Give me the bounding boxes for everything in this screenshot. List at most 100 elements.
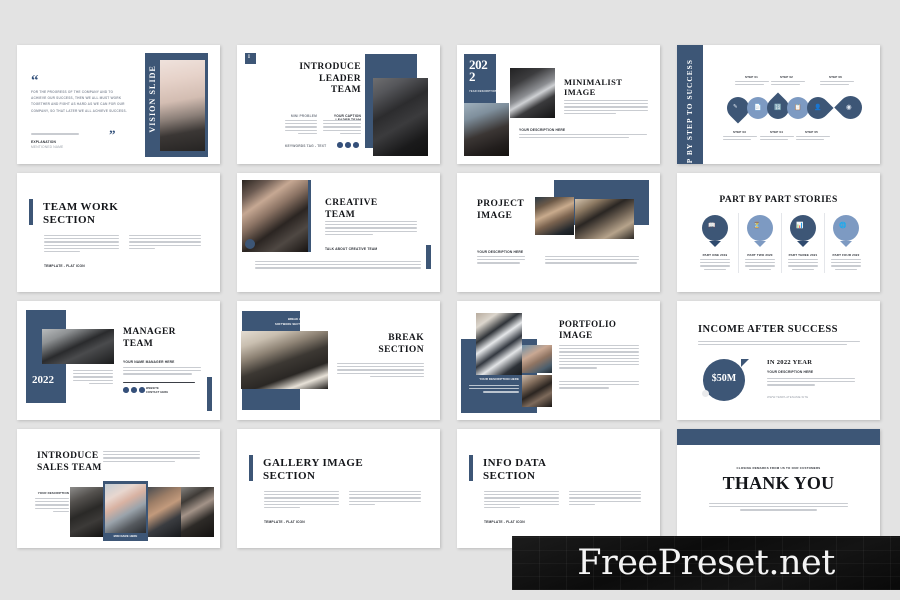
creative-footer-text [255, 261, 421, 271]
portfolio-panel-text [469, 385, 519, 395]
portfolio-photo-2 [522, 345, 552, 373]
manager-title: MANAGER TEAM [123, 327, 176, 349]
slide-creative-team[interactable]: CREATIVE TEAM Talk about creative team [237, 173, 440, 292]
slide-minimalist-image[interactable]: 2022 Year description MINIMALIST IMAGE Y… [457, 45, 660, 164]
slide-deck-preview: VISION SLIDE “ FOR THE PROGRESS OF THE C… [0, 0, 900, 600]
step-text-2 [771, 81, 805, 87]
quote-close-icon: ” [109, 127, 116, 142]
step-title: STEP BY STEP TO SUCCESS [685, 59, 694, 164]
portfolio-photo-3 [522, 375, 552, 407]
slide-introduce-leader-team[interactable]: I INTRODUCE LEADER TEAM Mini problem You… [237, 45, 440, 164]
gallery-accent-bar [249, 455, 253, 481]
portfolio-body-1 [559, 345, 639, 371]
income-title: INCOME AFTER SUCCESS [698, 324, 838, 335]
instagram-icon [138, 387, 145, 393]
part-text-2 [745, 259, 775, 272]
part-label-4: Part four 2022 [832, 253, 860, 257]
teamwork-footer-label: Template - Flat icon [44, 264, 85, 268]
part-divider-2 [781, 213, 782, 273]
part-label-2: Part two 2020 [747, 253, 773, 257]
part-text-4 [831, 259, 861, 272]
leader-logo-badge [245, 53, 256, 64]
project-desc-text [477, 256, 525, 266]
slide-manager-team[interactable]: 2022 MANAGER TEAM Your name manager here… [17, 301, 220, 420]
teamwork-col2 [129, 235, 201, 251]
part-title: PART BY PART STORIES [719, 195, 838, 205]
leader-col2-text [323, 120, 361, 136]
minimalist-photo-left [464, 103, 509, 156]
vision-caption-sub: Mentioned name [31, 145, 64, 149]
slide-info-data-section[interactable]: INFO DATA SECTION Template - Flat icon [457, 429, 660, 548]
slide-gallery-image-section[interactable]: GALLERY IMAGE SECTION Template - Flat ic… [237, 429, 440, 548]
project-body-text [545, 256, 639, 266]
gallery-footer-label: Template - Flat icon [264, 520, 305, 524]
slide-introduce-sales-team[interactable]: INTRODUCE SALES TEAM Your description Mi… [17, 429, 220, 548]
gallery-col2 [349, 491, 421, 507]
portfolio-body-2 [559, 381, 639, 391]
pen-icon: ✎ [733, 104, 738, 110]
step-text-6 [796, 136, 830, 142]
slide-break-section[interactable]: Break and software section BREAK SECTION [237, 301, 440, 420]
sales-card-label: Mini name here [113, 535, 138, 538]
part-pointer-1 [709, 241, 721, 247]
manager-photo [42, 329, 114, 364]
income-bubble-tail [741, 359, 749, 367]
income-sub-title: IN 2022 YEAR [767, 359, 813, 366]
manager-side-bar [207, 377, 212, 411]
slide-thank-you[interactable]: CLOSING REMARKS FROM US TO OUR CUSTOMERS… [677, 429, 880, 548]
book-icon: 📖 [708, 223, 716, 229]
slide-income-after-success[interactable]: INCOME AFTER SUCCESS $50M IN 2022 YEAR Y… [677, 301, 880, 420]
leader-title: INTRODUCE LEADER TEAM [299, 62, 361, 96]
logo-mark-icon: I [248, 55, 250, 60]
instagram-icon [352, 142, 359, 148]
step-text-4 [723, 136, 757, 142]
vision-quote: FOR THE PROGRESS OF THE COMPANY AND TO A… [31, 90, 127, 113]
step-text-1 [735, 81, 769, 87]
slide-grid: VISION SLIDE “ FOR THE PROGRESS OF THE C… [17, 45, 883, 555]
leader-social-icons[interactable] [337, 142, 359, 148]
step-label-2: Step 02 [780, 75, 794, 79]
income-body-text [767, 378, 855, 388]
vision-title: VISION SLIDE [148, 65, 157, 133]
slide-step-by-step[interactable]: STEP BY STEP TO SUCCESS Step 01 Step 02 … [677, 45, 880, 164]
slide-portfolio-image[interactable]: Your description here PORTFOLIO IMAGE [457, 301, 660, 420]
slide-project-image[interactable]: PROJECT IMAGE Your description here [457, 173, 660, 292]
minimalist-year: 2022 [469, 57, 488, 85]
vision-caption-label: Explanation [31, 140, 57, 144]
calculator-icon: 🔢 [774, 105, 782, 111]
target-icon: ◉ [846, 104, 852, 111]
part-pointer-4 [840, 241, 852, 247]
income-desc-label: Your description here [767, 370, 814, 374]
manager-social-icons[interactable] [123, 387, 145, 393]
slide-team-work-section[interactable]: TEAM WORK SECTION Template - Flat icon [17, 173, 220, 292]
step-label-3: Step 06 [829, 75, 843, 79]
info-col2 [569, 491, 641, 507]
thankyou-title: THANK YOU [722, 473, 835, 493]
part-label-1: Part one 2019 [702, 253, 728, 257]
step-text-5 [760, 136, 794, 142]
thankyou-eyebrow: CLOSING REMARKS FROM US TO OUR CUSTOMERS [736, 466, 821, 470]
slide-part-by-part-stories[interactable]: PART BY PART STORIES 📖 ⏳ 📊 🌐 Part one 20… [677, 173, 880, 292]
facebook-icon [123, 387, 129, 393]
step-label-6: Step 05 [805, 130, 819, 134]
creative-body-text [325, 221, 417, 237]
part-divider-1 [738, 213, 739, 273]
project-photo-1 [535, 197, 574, 235]
manager-contact-label: Website contact here [146, 387, 169, 395]
facebook-icon [337, 142, 343, 148]
creative-title: CREATIVE TEAM [325, 198, 378, 220]
manager-body-text [123, 367, 201, 377]
part-pointer-3 [797, 241, 809, 247]
twitter-icon [344, 142, 351, 148]
minimalist-year-sub: Year description [469, 90, 498, 93]
portfolio-photo-main [476, 313, 522, 375]
info-col1 [484, 491, 559, 510]
leader-photo [373, 78, 428, 156]
slide-vision-slide[interactable]: VISION SLIDE “ FOR THE PROGRESS OF THE C… [17, 45, 220, 164]
step-label-5: Step 04 [770, 130, 784, 134]
thankyou-top-band [677, 429, 880, 445]
user-icon: 👤 [814, 105, 822, 111]
sales-photo-2 [105, 484, 146, 533]
info-footer-label: Template - Flat icon [484, 520, 525, 524]
step-text-3 [820, 81, 854, 87]
